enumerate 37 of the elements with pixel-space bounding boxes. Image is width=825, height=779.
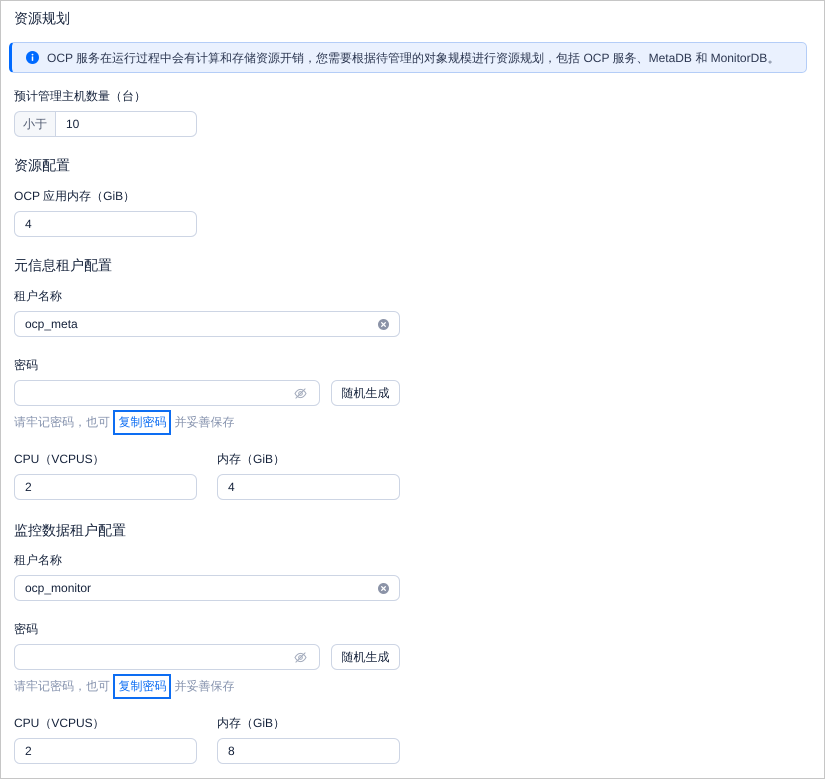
- section-title: 元信息租户配置: [14, 256, 112, 275]
- field-label: 租户名称: [14, 552, 62, 569]
- tenant-name-input[interactable]: ocp_monitor: [14, 575, 400, 601]
- input-addon: 小于: [14, 111, 55, 137]
- field-label: 内存（GiB）: [217, 451, 286, 468]
- field-label: 租户名称: [14, 288, 62, 305]
- cpu-input[interactable]: 2: [14, 738, 197, 764]
- copy-password-link[interactable]: 复制密码: [113, 674, 172, 699]
- section-title: 资源规划: [14, 9, 70, 28]
- memory-input[interactable]: 8: [217, 738, 400, 764]
- field-label: 内存（GiB）: [217, 715, 286, 732]
- field-label: OCP 应用内存（GiB）: [14, 188, 136, 205]
- password-input[interactable]: [14, 380, 320, 406]
- eye-slash-icon[interactable]: [294, 652, 307, 662]
- password-input[interactable]: [14, 644, 320, 670]
- field-label: CPU（VCPUS）: [14, 715, 105, 732]
- info-icon: [26, 51, 39, 64]
- memory-input[interactable]: 4: [14, 211, 197, 237]
- section-title: 监控数据租户配置: [14, 521, 126, 540]
- generate-button[interactable]: 随机生成: [331, 380, 400, 406]
- field-label: 预计管理主机数量（台）: [14, 88, 146, 105]
- copy-password-link[interactable]: 复制密码: [113, 410, 172, 435]
- section-title: 资源配置: [14, 156, 70, 175]
- field-label: CPU（VCPUS）: [14, 451, 105, 468]
- password-hint: 请牢记密码，也可 复制密码 并妥善保存: [14, 410, 235, 435]
- memory-input[interactable]: 4: [217, 474, 400, 500]
- host-count-input[interactable]: 10: [55, 111, 197, 137]
- tenant-name-input[interactable]: ocp_meta: [14, 311, 400, 337]
- field-label: 密码: [14, 357, 38, 374]
- eye-slash-icon[interactable]: [294, 388, 307, 398]
- alert-text: OCP 服务在运行过程中会有计算和存储资源开销，您需要根据待管理的对象规模进行资源规划，包括 OCP 服务、MetaDB 和 MonitorDB。: [47, 50, 780, 66]
- generate-button[interactable]: 随机生成: [331, 644, 400, 670]
- clear-icon[interactable]: [378, 582, 389, 594]
- cpu-input[interactable]: 2: [14, 474, 197, 500]
- password-hint: 请牢记密码，也可 复制密码 并妥善保存: [14, 674, 235, 699]
- field-label: 密码: [14, 621, 38, 638]
- clear-icon[interactable]: [378, 318, 389, 330]
